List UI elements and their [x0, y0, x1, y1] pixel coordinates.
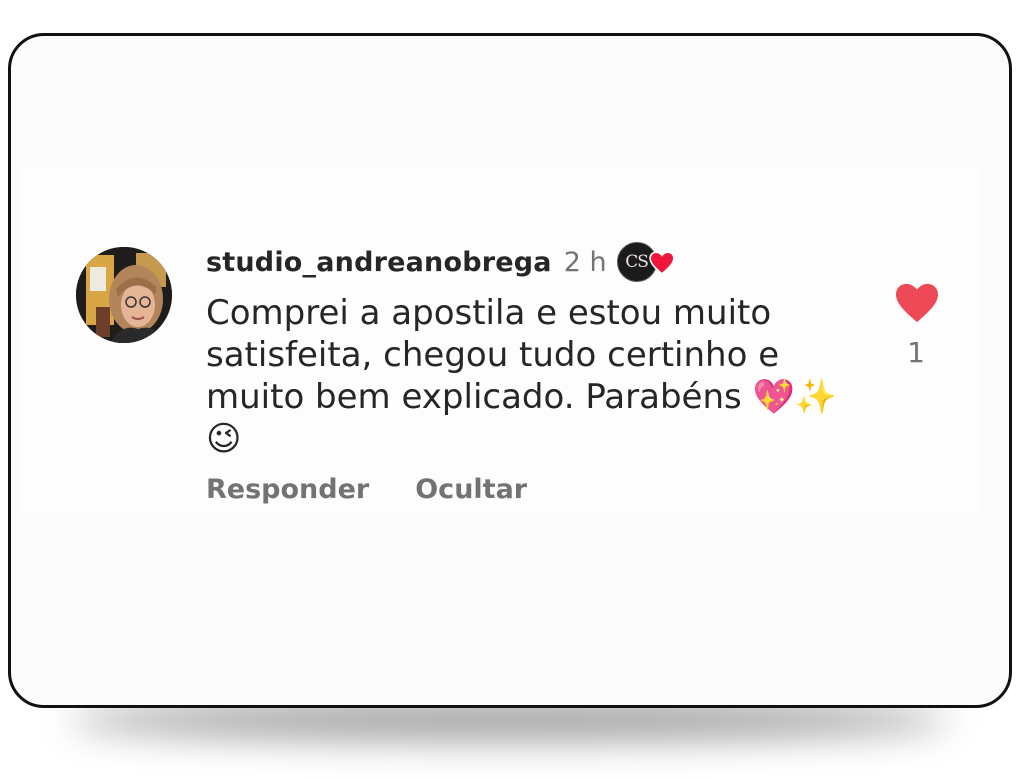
comment-timestamp: 2 h: [563, 246, 607, 278]
avatar[interactable]: [76, 247, 172, 343]
comment-actions: Responder Ocultar: [206, 474, 527, 505]
comment-header: studio_andreanobrega 2 h CS: [206, 240, 675, 284]
creator-liked-heart-icon: [648, 251, 675, 275]
reply-button[interactable]: Responder: [206, 474, 369, 505]
heart-icon[interactable]: [894, 282, 940, 324]
comment-text: Comprei a apostila e estou muito satisfe…: [206, 293, 838, 459]
hide-button[interactable]: Ocultar: [415, 474, 527, 505]
creator-liked-badge: CS: [616, 241, 675, 283]
like-count: 1: [907, 336, 925, 369]
username-link[interactable]: studio_andreanobrega: [206, 247, 552, 278]
